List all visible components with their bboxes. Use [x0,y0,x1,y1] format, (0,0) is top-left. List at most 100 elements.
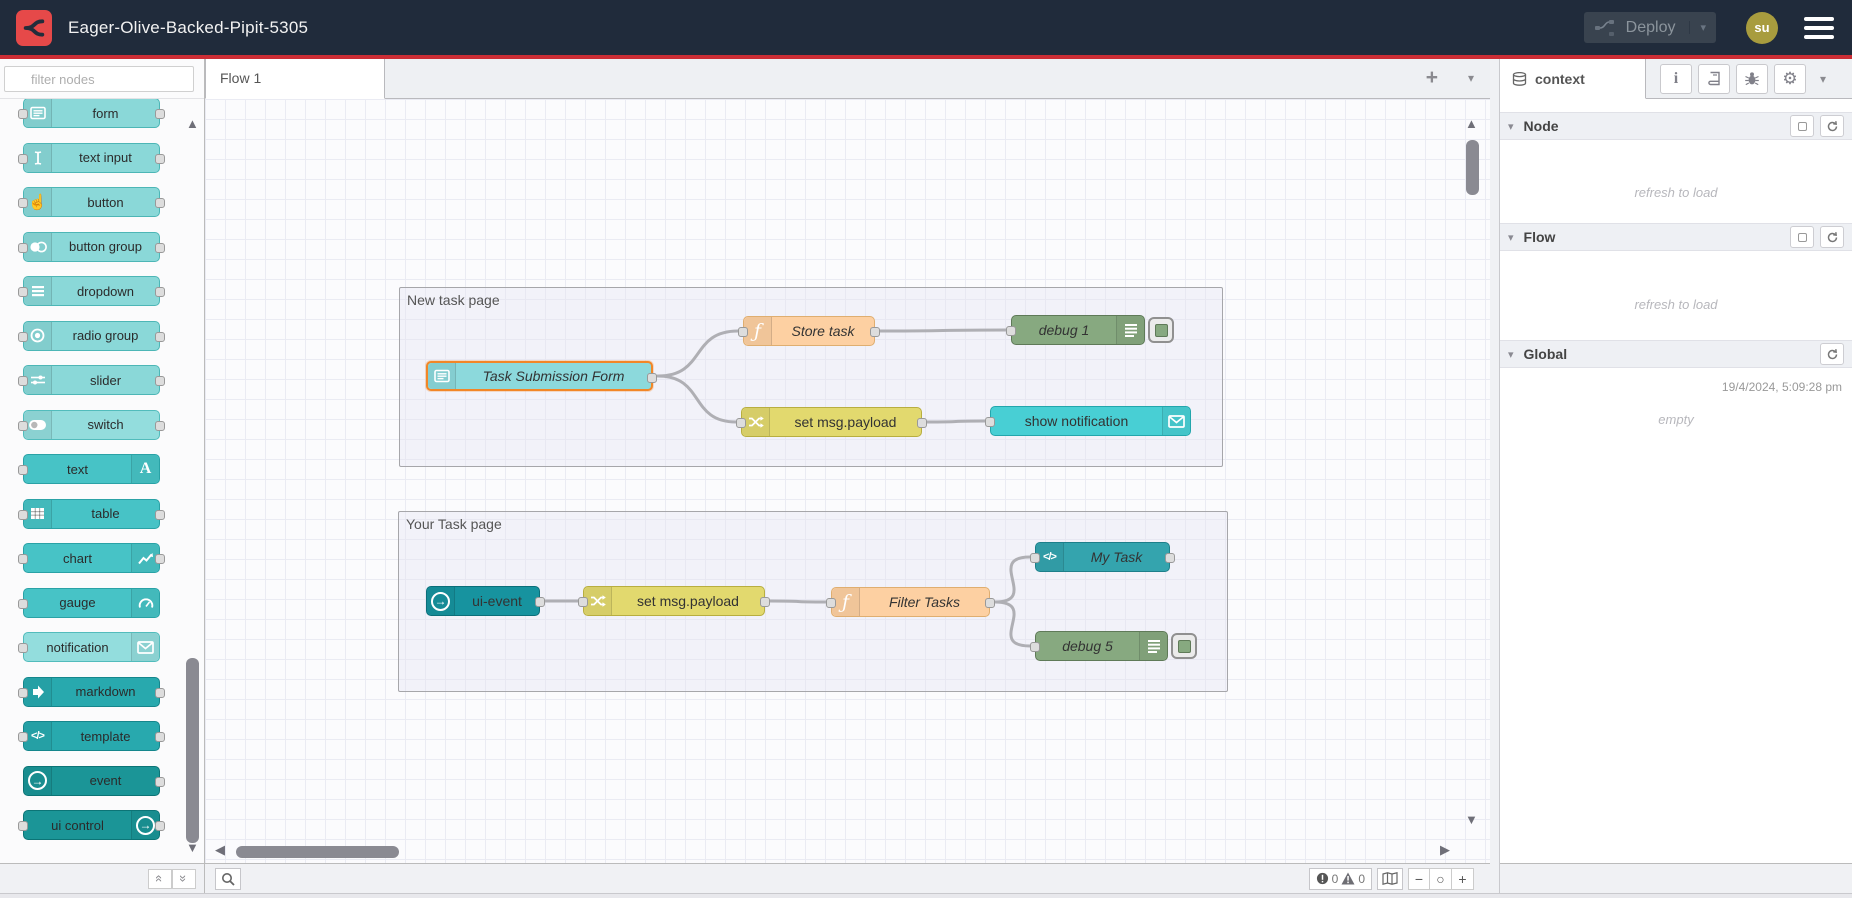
input-port[interactable] [1006,326,1016,336]
output-port[interactable] [647,373,657,383]
palette-scrollbar[interactable] [186,658,199,843]
output-port[interactable] [155,509,165,520]
canvas-node-debug-1[interactable]: debug 1 [1006,315,1174,345]
palette-node-notification[interactable]: notification [18,632,160,662]
palette-node-chart[interactable]: chart [18,543,165,573]
input-port[interactable] [18,687,28,698]
flow-canvas[interactable]: New task page Your Task page Task Submissi… [205,99,1490,863]
palette-node-template[interactable]: </> template [18,721,165,751]
canvas-node-My-Task[interactable]: </> My Task [1030,542,1175,572]
deploy-button[interactable]: Deploy ▾ [1583,12,1716,43]
canvas-scroll-up-icon[interactable]: ▲ [1465,117,1478,130]
input-port[interactable] [18,732,28,742]
context-section-node[interactable]: ▾ Node [1500,112,1852,140]
input-port[interactable] [736,418,746,428]
palette-node-ui-control[interactable]: → ui control [18,810,165,840]
main-menu-icon[interactable] [1804,16,1834,39]
debug-toggle-button[interactable] [1171,633,1197,659]
palette-node-radio-group[interactable]: radio group [18,320,165,351]
input-port[interactable] [738,327,748,337]
input-port[interactable] [18,821,28,831]
refresh-icon[interactable] [1820,343,1844,365]
canvas-node-Task-Submission-Form[interactable]: Task Submission Form [426,361,657,391]
input-port[interactable] [18,109,28,119]
output-port[interactable] [155,687,165,698]
user-avatar[interactable]: su [1746,11,1778,44]
deploy-options-caret-icon[interactable]: ▾ [1689,21,1706,34]
palette-node-button-group[interactable]: button group [18,231,165,262]
output-port[interactable] [155,376,165,386]
input-port[interactable] [18,598,28,609]
output-port[interactable] [155,198,165,208]
select-node-button[interactable] [1790,115,1814,137]
palette-node-text[interactable]: Atext [18,454,160,484]
output-port[interactable] [155,109,165,119]
input-port[interactable] [18,376,28,386]
zoom-out-button[interactable]: − [1408,867,1430,890]
info-button[interactable]: i [1660,63,1692,94]
output-port[interactable] [985,598,995,608]
palette-scroll-up-icon[interactable]: ▲ [186,117,199,130]
notifications-counter[interactable]: 0 0 [1308,867,1372,890]
flowfuse-logo-icon[interactable] [16,9,52,46]
palette-collapse-all-button[interactable]: « [148,868,172,889]
canvas-node-debug-5[interactable]: debug 5 [1030,631,1197,661]
output-port[interactable] [1165,553,1175,563]
input-port[interactable] [985,417,995,427]
input-port[interactable] [1030,642,1040,652]
search-flows-button[interactable] [215,867,241,890]
input-port[interactable] [1030,553,1040,563]
output-port[interactable] [155,554,165,564]
select-flow-button[interactable] [1790,226,1814,248]
input-port[interactable] [18,242,28,253]
navigator-map-icon[interactable] [1377,867,1403,890]
palette-node-table[interactable]: table [18,498,165,529]
output-port[interactable] [155,331,165,342]
input-port[interactable] [18,643,28,653]
canvas-node-Filter-Tasks[interactable]: ƒ Filter Tasks [826,587,995,617]
canvas-node-Store-task[interactable]: ƒ Store task [738,316,880,346]
input-port[interactable] [18,509,28,520]
palette-node-markdown[interactable]: markdown [18,676,165,707]
input-port[interactable] [18,198,28,208]
output-port[interactable] [155,153,165,164]
canvas-node-ui-event[interactable]: → ui-event [426,586,545,616]
debug-toggle-button[interactable] [1148,317,1174,343]
palette-node-switch[interactable]: switch [18,409,165,440]
palette-node-dropdown[interactable]: dropdown [18,276,165,306]
output-port[interactable] [917,418,927,428]
refresh-icon[interactable] [1820,226,1844,248]
canvas-vscrollbar[interactable] [1466,140,1479,195]
canvas-scroll-down-icon[interactable]: ▼ [1465,813,1478,826]
tab-flow-1[interactable]: Flow 1 [205,59,385,99]
palette-node-form[interactable]: form [18,99,165,128]
input-port[interactable] [18,287,28,297]
filter-nodes-input[interactable] [4,66,194,92]
debug-bug-icon[interactable] [1736,63,1768,94]
zoom-in-button[interactable]: + [1452,867,1474,890]
palette-node-slider[interactable]: slider [18,365,165,395]
palette-node-gauge[interactable]: gauge [18,587,160,618]
settings-gear-icon[interactable]: ⚙ [1774,63,1806,94]
palette-node-button[interactable]: ☝ button [18,187,165,217]
input-port[interactable] [18,554,28,564]
input-port[interactable] [18,420,28,431]
input-port[interactable] [18,153,28,164]
input-port[interactable] [18,465,28,475]
input-port[interactable] [826,598,836,608]
add-flow-icon[interactable]: + [1426,66,1438,90]
palette-scroll-down-icon[interactable]: ▼ [186,841,199,854]
zoom-reset-button[interactable]: ○ [1430,867,1452,890]
help-book-icon[interactable] [1698,63,1730,94]
output-port[interactable] [760,597,770,607]
refresh-icon[interactable] [1820,115,1844,137]
palette-node-event[interactable]: → event [23,765,165,796]
canvas-scroll-right-icon[interactable]: ▶ [1440,843,1450,856]
sidebar-menu-caret-icon[interactable]: ▾ [1820,72,1826,86]
canvas-node-set-msg-payload[interactable]: set msg.payload [578,586,770,616]
context-section-global[interactable]: ▾ Global [1500,340,1852,368]
output-port[interactable] [155,821,165,831]
palette-expand-all-button[interactable]: » [172,868,196,889]
sidebar-splitter[interactable] [1490,59,1500,893]
output-port[interactable] [155,732,165,742]
